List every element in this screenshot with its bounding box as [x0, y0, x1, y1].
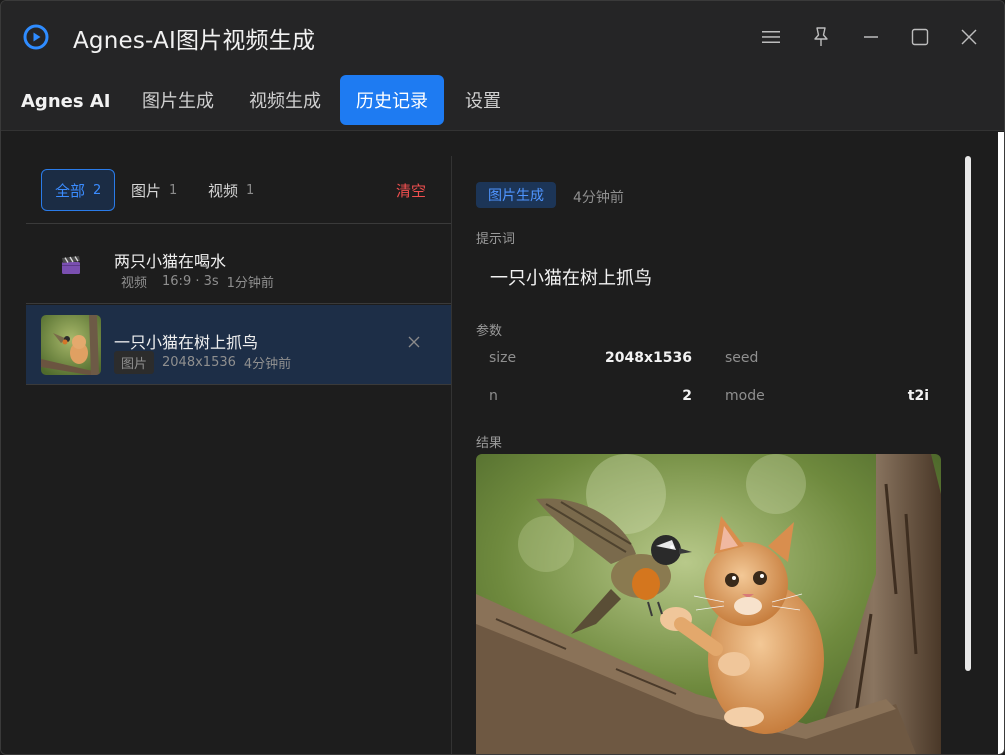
- app-window: Agnes-AI图片视频生成 Agnes AI 图片生成 视频生成 历史记录 设…: [0, 0, 1005, 755]
- minimize-button[interactable]: [857, 23, 885, 51]
- tab-video-generate[interactable]: 视频生成: [233, 75, 337, 125]
- clapperboard-icon: [62, 256, 80, 274]
- pin-icon: [814, 27, 828, 46]
- tab-settings[interactable]: 设置: [449, 75, 517, 125]
- result-label: 结果: [476, 436, 503, 451]
- history-item-time: 1分钟前: [226, 276, 274, 291]
- panel-divider: [451, 156, 452, 754]
- params-label: 参数: [476, 324, 503, 339]
- filter-label: 视频: [208, 181, 239, 200]
- param-key-n: n: [489, 388, 498, 404]
- play-circle-logo-icon: [23, 24, 49, 50]
- pin-button[interactable]: [807, 23, 835, 51]
- filter-label: 图片: [131, 181, 162, 200]
- filter-image[interactable]: 图片 1: [118, 169, 190, 211]
- history-item-title: 两只小猫在喝水: [114, 252, 227, 271]
- result-image[interactable]: [476, 454, 941, 754]
- menu-button[interactable]: [757, 23, 785, 51]
- image-thumbnail: [41, 315, 101, 375]
- minimize-icon: [864, 36, 878, 38]
- clear-history-button[interactable]: 清空: [396, 180, 426, 201]
- history-item-info: 2048x1536: [162, 355, 236, 370]
- history-item-meta: 图片 2048x1536 4分钟前: [114, 351, 291, 374]
- tab-history[interactable]: 历史记录: [340, 75, 444, 125]
- nav-bar: Agnes AI 图片生成 视频生成 历史记录 设置: [1, 71, 1004, 131]
- detail-scrollbar[interactable]: [965, 156, 971, 671]
- history-item-meta: 视频 16:9 · 3s 1分钟前: [114, 270, 274, 293]
- filter-label: 全部: [55, 181, 86, 200]
- mode-tag: 图片生成: [476, 182, 556, 208]
- filter-count: 1: [246, 182, 255, 198]
- history-item-time: 4分钟前: [243, 357, 292, 372]
- param-key-size: size: [489, 350, 517, 366]
- filter-count: 2: [93, 182, 102, 198]
- close-icon: [961, 29, 977, 45]
- close-window-button[interactable]: [955, 23, 983, 51]
- param-value-mode: t2i: [907, 388, 929, 404]
- prompt-text: 一只小猫在树上抓鸟: [490, 268, 652, 289]
- tab-image-generate[interactable]: 图片生成: [126, 75, 230, 125]
- maximize-button[interactable]: [906, 23, 934, 51]
- param-key-mode: mode: [725, 388, 765, 404]
- param-key-seed: seed: [725, 350, 759, 366]
- maximize-icon: [911, 28, 929, 46]
- filter-all[interactable]: 全部 2: [41, 169, 116, 211]
- history-item-image[interactable]: 一只小猫在树上抓鸟 图片 2048x1536 4分钟前: [26, 305, 451, 385]
- history-item-video[interactable]: 两只小猫在喝水 视频 16:9 · 3s 1分钟前: [26, 224, 451, 304]
- type-tag: 图片: [114, 351, 155, 374]
- history-item-info: 16:9 · 3s: [162, 274, 219, 289]
- history-list-panel: 全部 2 图片 1 视频 1 清空 两只小猫在喝水 视频 16:9 · 3s 1…: [26, 156, 451, 754]
- window-title: Agnes-AI图片视频生成: [73, 28, 316, 54]
- type-tag: 视频: [121, 276, 148, 291]
- filter-video[interactable]: 视频 1: [195, 169, 267, 211]
- detail-time: 4分钟前: [573, 190, 624, 206]
- title-bar: Agnes-AI图片视频生成: [1, 1, 1004, 71]
- prompt-label: 提示词: [476, 232, 516, 247]
- delete-item-close-icon[interactable]: [407, 335, 421, 349]
- hamburger-menu-icon: [762, 31, 780, 43]
- window-scrollbar[interactable]: [998, 132, 1004, 754]
- filter-bar: 全部 2 图片 1 视频 1 清空: [26, 156, 451, 224]
- detail-panel: 图片生成 4分钟前 提示词 一只小猫在树上抓鸟 参数 size 2048x153…: [476, 156, 946, 754]
- param-value-n: 2: [682, 388, 692, 404]
- filter-count: 1: [169, 182, 178, 198]
- history-item-title: 一只小猫在树上抓鸟: [114, 333, 259, 352]
- param-value-size: 2048x1536: [605, 350, 692, 366]
- main-content: 全部 2 图片 1 视频 1 清空 两只小猫在喝水 视频 16:9 · 3s 1…: [1, 132, 1004, 754]
- brand-label: Agnes AI: [21, 91, 111, 112]
